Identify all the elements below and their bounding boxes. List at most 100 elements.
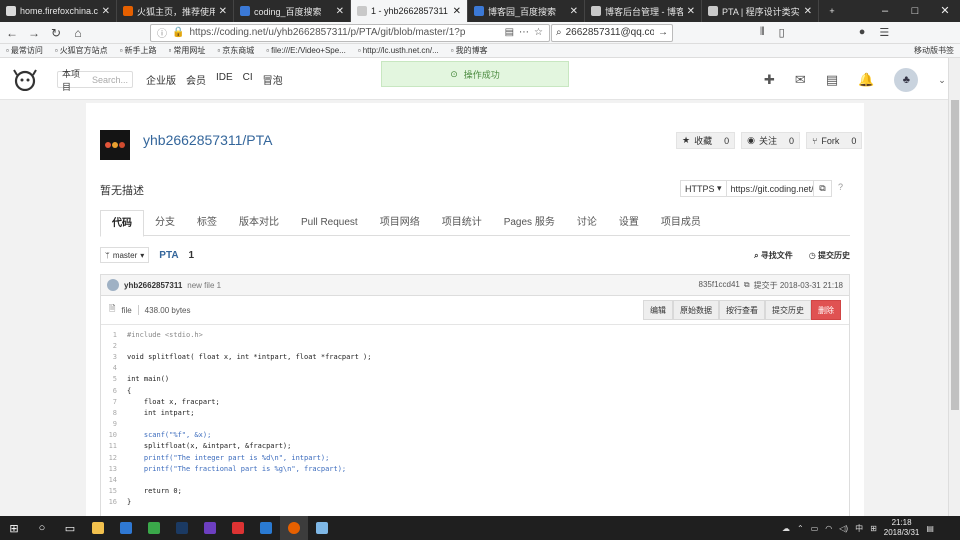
breadcrumb-root[interactable]: PTA (159, 250, 178, 261)
clone-url-input[interactable]: https://git.coding.net/yl (727, 184, 813, 194)
message-icon[interactable]: ✉ (795, 72, 806, 88)
extension-icon[interactable]: ● (859, 26, 866, 39)
repo-tab[interactable]: 版本对比 (228, 210, 290, 235)
page-actions-icon[interactable]: ⋯ (519, 27, 529, 38)
visual-studio-icon[interactable] (196, 516, 224, 540)
app-green-icon[interactable] (140, 516, 168, 540)
bookmark-item[interactable]: ▫ 火狐官方站点 (55, 45, 108, 56)
delete-file-button[interactable]: 删除 (811, 300, 841, 320)
bookmark-item[interactable]: ▫ 最常访问 (6, 45, 43, 56)
watch-button[interactable]: ◉ 关注 0 (741, 132, 800, 149)
bookmark-star-icon[interactable]: ☆ (534, 27, 543, 38)
browser-tab[interactable]: PTA | 程序设计类实验辅 ✕ (702, 0, 819, 22)
mobile-bookmarks[interactable]: 移动版书签 (914, 45, 954, 56)
commit-user[interactable]: yhb2662857311 (124, 281, 182, 290)
sidebar-icon[interactable]: ▯ (779, 26, 785, 39)
repo-tab[interactable]: 代码 (100, 210, 144, 237)
close-tab-icon[interactable]: ✕ (687, 6, 695, 17)
library-icon[interactable]: ⫴ (760, 26, 765, 39)
repo-tab[interactable]: 项目成员 (650, 210, 712, 235)
new-tab-button[interactable]: + (819, 0, 845, 22)
find-file-button[interactable]: ⌕ 寻找文件 (754, 250, 793, 261)
battery-icon[interactable]: ▭ (811, 524, 819, 533)
file-action-button[interactable]: 提交历史 (765, 300, 811, 320)
nav-link[interactable]: 会员 (186, 72, 206, 87)
coding-logo[interactable] (12, 67, 38, 91)
search-box[interactable]: ⌕ 2662857311@qq.cor → (551, 23, 673, 42)
close-window-button[interactable]: ✕ (930, 0, 960, 22)
ime-indicator[interactable]: 中 (855, 523, 863, 534)
close-tab-icon[interactable]: ✕ (570, 6, 578, 17)
cortana-icon[interactable]: ○ (28, 516, 56, 540)
close-tab-icon[interactable]: ✕ (102, 6, 110, 17)
search-input[interactable]: Search... (92, 75, 128, 85)
browser-tab[interactable]: 1 - yhb2662857311 - PTA ✕ (351, 0, 468, 22)
close-tab-icon[interactable]: ✕ (219, 6, 227, 17)
up-arrow-icon[interactable]: ⌃ (797, 524, 804, 533)
close-tab-icon[interactable]: ✕ (453, 6, 461, 17)
back-icon[interactable]: ← (4, 26, 20, 40)
browser-tab[interactable]: home.firefoxchina.cn/?fro ✕ (0, 0, 117, 22)
photoshop-icon[interactable] (168, 516, 196, 540)
browser-tab[interactable]: coding_百度搜索 ✕ (234, 0, 351, 22)
store-icon[interactable] (112, 516, 140, 540)
repo-tab[interactable]: 分支 (144, 210, 186, 235)
bookmark-item[interactable]: ▫ file:///E:/Video+Spe... (266, 45, 346, 56)
bell-icon[interactable]: 🔔 (858, 72, 874, 88)
wifi-icon[interactable]: ◠ (825, 524, 832, 533)
search-go-icon[interactable]: → (658, 27, 668, 38)
notifications-icon[interactable]: ▤ (926, 524, 934, 533)
bookmark-item[interactable]: ▫ 我的博客 (451, 45, 488, 56)
repo-tab[interactable]: 设置 (608, 210, 650, 235)
copy-icon[interactable]: ⧉ (744, 280, 750, 291)
star-button[interactable]: ★ 收藏 0 (676, 132, 736, 149)
notepad-icon[interactable] (308, 516, 336, 540)
bookmark-item[interactable]: ▫ http://lc.usth.net.cn/... (358, 45, 439, 56)
maximize-button[interactable]: □ (900, 0, 930, 22)
fork-button[interactable]: ⑂ Fork 0 (806, 132, 863, 149)
forward-icon[interactable]: → (26, 26, 42, 40)
repo-tab[interactable]: Pull Request (290, 210, 369, 235)
reload-icon[interactable]: ↻ (48, 26, 64, 40)
firefox-icon[interactable] (280, 516, 308, 540)
repo-tab[interactable]: 标签 (186, 210, 228, 235)
start-icon[interactable]: ⊞ (0, 516, 28, 540)
plus-icon[interactable]: ✚ (764, 72, 775, 88)
close-tab-icon[interactable]: ✕ (336, 6, 344, 17)
page-scrollbar[interactable] (948, 58, 960, 516)
repo-tab[interactable]: 项目网络 (369, 210, 431, 235)
nav-link[interactable]: 冒泡 (263, 72, 283, 87)
cloud-icon[interactable]: ☁ (782, 524, 790, 533)
commit-message[interactable]: new file 1 (187, 281, 221, 290)
browser-tab[interactable]: 火狐主页，推荐使用 Fir ✕ (117, 0, 234, 22)
file-action-button[interactable]: 按行查看 (719, 300, 765, 320)
avatar[interactable]: ♣ (894, 68, 919, 92)
bookmark-item[interactable]: ▫ 常用网址 (169, 45, 206, 56)
copy-icon[interactable]: ⧉ (813, 181, 831, 196)
netease-icon[interactable] (224, 516, 252, 540)
nav-link[interactable]: IDE (216, 72, 233, 87)
branch-selector[interactable]: ᛘ master ▾ (100, 247, 150, 263)
menu-icon[interactable]: ☰ (879, 26, 889, 39)
minimize-button[interactable]: – (870, 0, 900, 22)
repo-tab[interactable]: 讨论 (566, 210, 608, 235)
protocol-dropdown[interactable]: HTTPS ▾ (681, 181, 727, 196)
bookmark-item[interactable]: ▫ 京东商城 (217, 45, 254, 56)
repo-name[interactable]: yhb2662857311/PTA (143, 132, 272, 148)
nav-link[interactable]: 企业版 (146, 72, 176, 87)
list-icon[interactable]: ▤ (826, 72, 838, 88)
nav-link[interactable]: CI (243, 72, 253, 87)
vs-code-icon[interactable] (252, 516, 280, 540)
project-search[interactable]: 本项目 Search... (57, 69, 133, 92)
history-button[interactable]: ◷ 提交历史 (809, 250, 850, 261)
repo-tab[interactable]: Pages 服务 (493, 210, 566, 235)
browser-tab[interactable]: 博客园_百度搜索 ✕ (468, 0, 585, 22)
task-view-icon[interactable]: ▭ (56, 516, 84, 540)
browser-tab[interactable]: 博客后台管理 - 博客园 ✕ (585, 0, 702, 22)
info-icon[interactable]: ⓘ (157, 25, 167, 40)
ime-mode-icon[interactable]: ⊞ (870, 524, 877, 533)
clock[interactable]: 21:18 2018/3/31 (884, 518, 920, 538)
file-explorer-icon[interactable] (84, 516, 112, 540)
close-tab-icon[interactable]: ✕ (804, 6, 812, 17)
search-input[interactable]: 2662857311@qq.cor (566, 27, 654, 38)
